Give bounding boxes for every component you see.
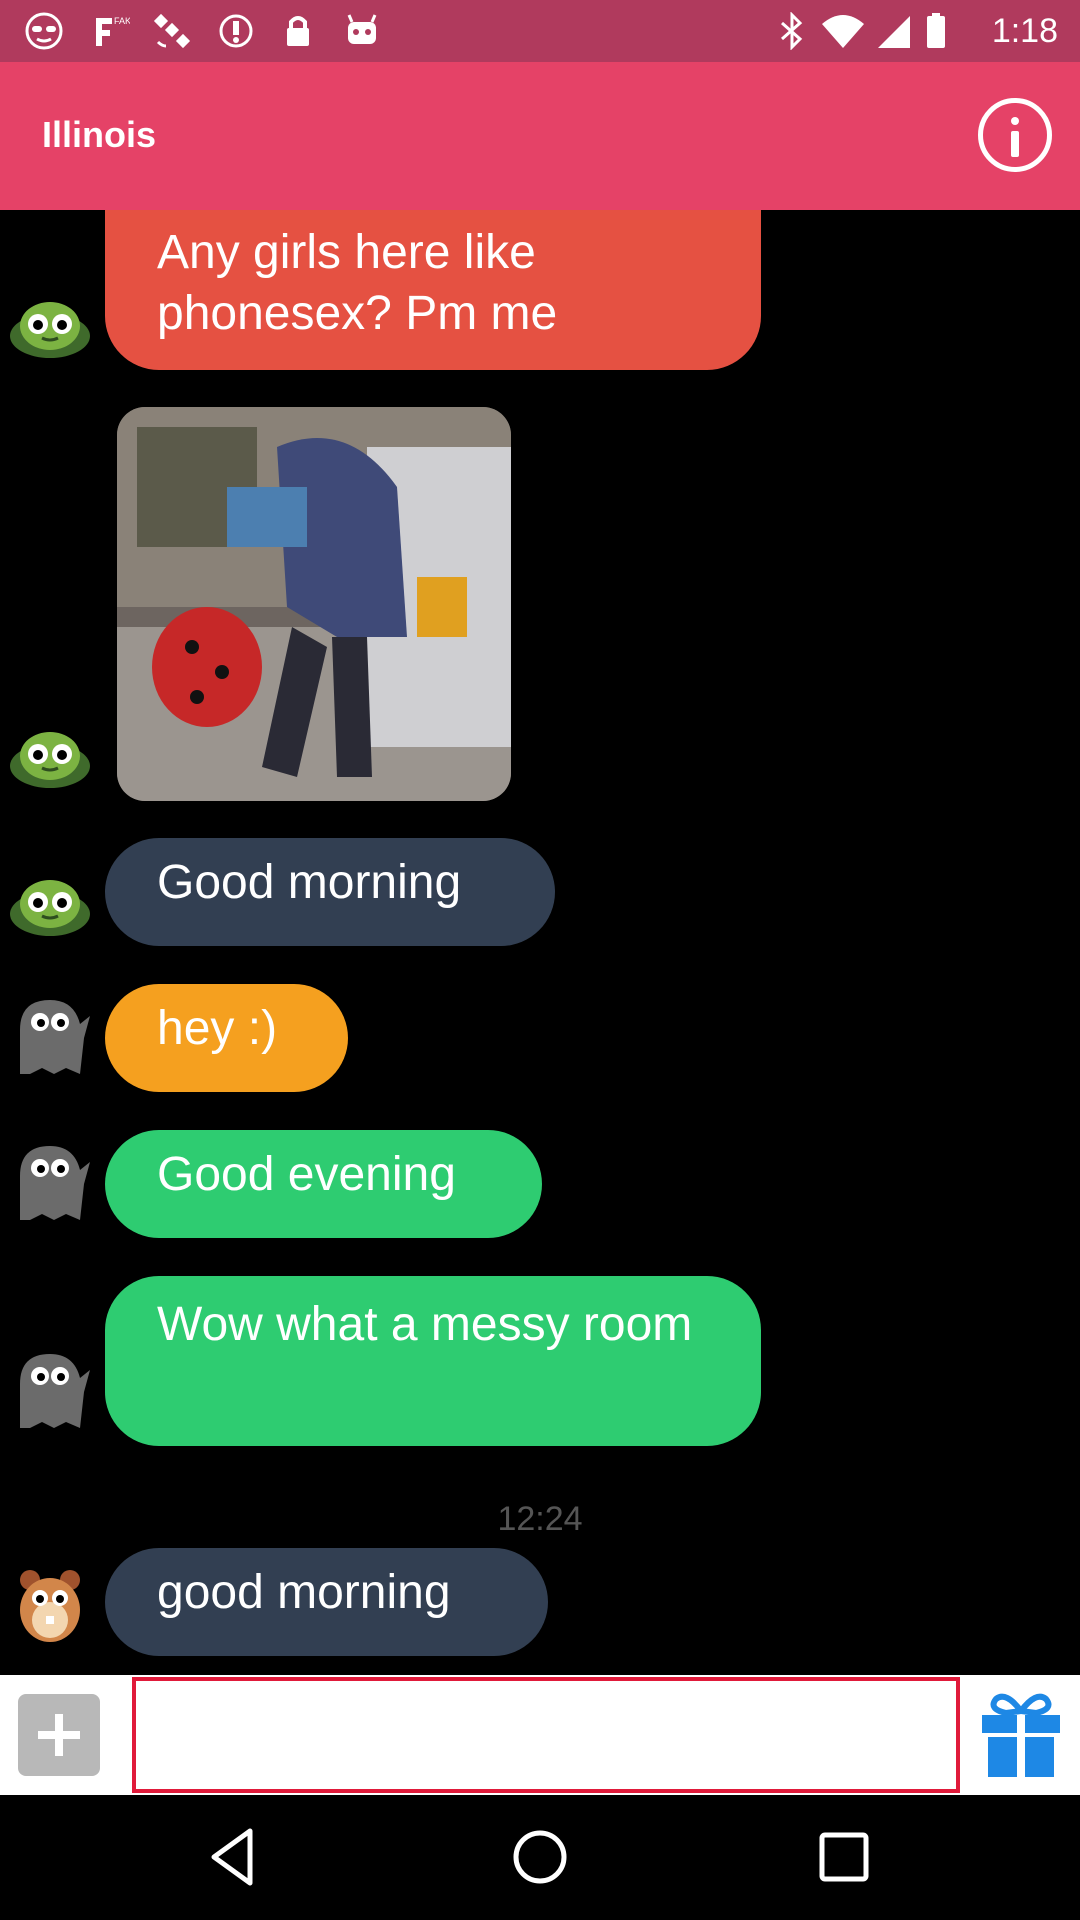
message-composer bbox=[0, 1675, 1080, 1795]
message-input[interactable] bbox=[132, 1677, 960, 1793]
battery-icon bbox=[927, 13, 945, 48]
message-bubble[interactable]: good morning bbox=[105, 1548, 548, 1656]
lock-icon bbox=[287, 16, 309, 46]
message-text: Wow what a messy room bbox=[157, 1298, 693, 1351]
signal-icon bbox=[878, 16, 910, 48]
message-text: Any girls here like phonesex? Pm me bbox=[157, 226, 558, 340]
message-text: Good morning bbox=[157, 856, 462, 909]
message-bubble[interactable]: Any girls here like phonesex? Pm me bbox=[105, 210, 761, 370]
message-text: Good evening bbox=[157, 1148, 456, 1201]
ghost-avatar[interactable] bbox=[8, 1348, 92, 1432]
info-icon[interactable] bbox=[978, 98, 1052, 172]
back-icon[interactable] bbox=[196, 1817, 276, 1897]
message-text: good morning bbox=[157, 1566, 451, 1619]
recents-icon[interactable] bbox=[804, 1817, 884, 1897]
bluetooth-icon bbox=[781, 12, 803, 50]
home-icon[interactable] bbox=[500, 1817, 580, 1897]
turtle-avatar[interactable] bbox=[8, 280, 92, 364]
wifi-icon bbox=[822, 15, 864, 48]
android-icon bbox=[347, 14, 377, 44]
clock: 1:18 bbox=[991, 12, 1058, 50]
gift-icon[interactable] bbox=[976, 1689, 1066, 1779]
message-text: hey :) bbox=[157, 1002, 278, 1055]
incognito-mask-icon bbox=[25, 12, 63, 50]
room-title: Illinois bbox=[42, 114, 157, 155]
message-bubble[interactable]: Good evening bbox=[105, 1130, 542, 1238]
system-nav-bar bbox=[0, 1795, 1080, 1920]
message-bubble[interactable]: hey :) bbox=[105, 984, 348, 1092]
fake-gps-icon: FAKE bbox=[96, 16, 130, 46]
settings-notification-icon bbox=[219, 14, 253, 48]
message-bubble[interactable]: Good morning bbox=[105, 838, 555, 946]
timestamp: 12:24 bbox=[497, 1500, 583, 1538]
status-bar: FAKE 1:18 bbox=[0, 0, 1080, 62]
app-header: Illinois bbox=[0, 62, 1080, 210]
turtle-avatar[interactable] bbox=[8, 858, 92, 942]
message-bubble[interactable]: Wow what a messy room bbox=[105, 1276, 761, 1446]
svg-text:FAKE: FAKE bbox=[114, 16, 130, 26]
plus-icon[interactable] bbox=[18, 1694, 100, 1776]
ghost-avatar[interactable] bbox=[8, 994, 92, 1078]
chat-messages[interactable]: Any girls here like phonesex? Pm me Good… bbox=[0, 210, 1080, 1675]
hamster-avatar[interactable] bbox=[8, 1562, 92, 1646]
turtle-avatar[interactable] bbox=[8, 710, 92, 794]
satellite-icon bbox=[153, 13, 191, 49]
shared-photo[interactable] bbox=[117, 407, 511, 801]
ghost-avatar[interactable] bbox=[8, 1140, 92, 1224]
